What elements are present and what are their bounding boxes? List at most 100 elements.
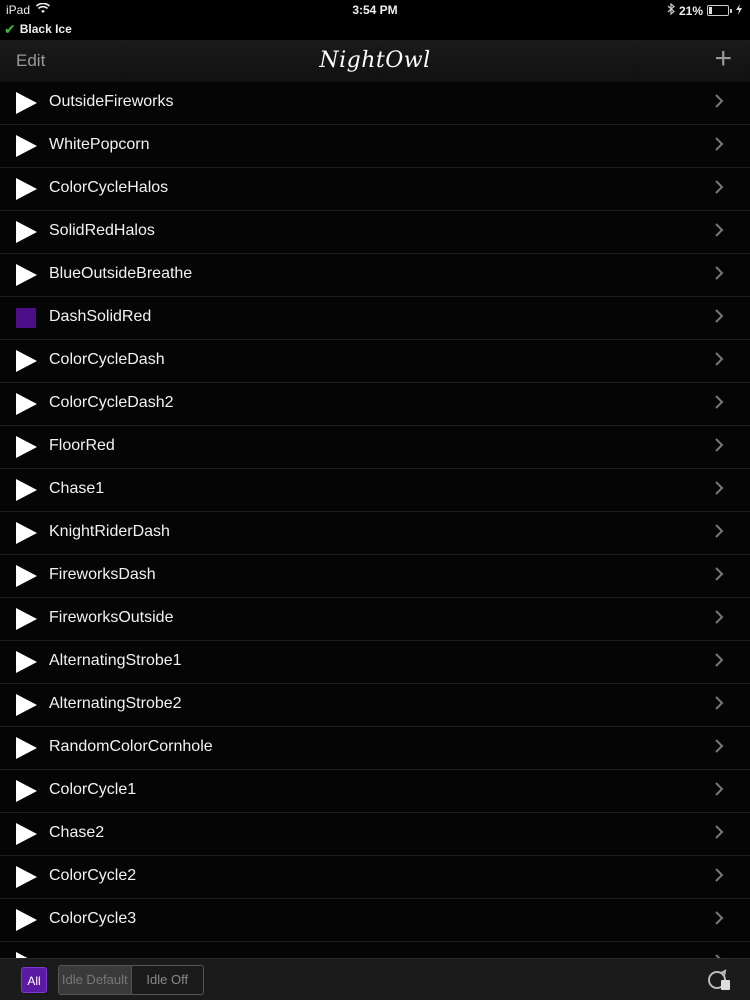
list-item[interactable]: FireworksDash [0, 555, 750, 598]
list-item[interactable]: SolidRedHalos [0, 211, 750, 254]
play-shape [16, 651, 37, 673]
chevron-right-icon[interactable] [714, 394, 724, 412]
list-item[interactable]: ColorCycleHalos [0, 168, 750, 211]
play-icon[interactable] [16, 780, 38, 802]
chevron-right-icon[interactable] [714, 867, 724, 885]
idle-segmented-control: Idle Default Idle Off [58, 965, 204, 995]
chevron-right-icon[interactable] [714, 738, 724, 756]
chevron-right-icon[interactable] [714, 351, 724, 369]
list-item-label: Chase2 [49, 824, 105, 841]
list-item-label: AlternatingStrobe2 [49, 695, 182, 712]
list-item[interactable]: ColorCycle3 [0, 899, 750, 942]
list-item[interactable]: ColorCycleDash [0, 340, 750, 383]
list-item-label: ColorCycleDash2 [49, 394, 174, 411]
chevron-right-icon[interactable] [714, 652, 724, 670]
chevron-right-icon[interactable] [714, 265, 724, 283]
list-item[interactable]: AlternatingStrobe2 [0, 684, 750, 727]
list-item[interactable]: FloorRed [0, 426, 750, 469]
list-item[interactable]: Chase2 [0, 813, 750, 856]
list-item[interactable]: FireworksOutside [0, 598, 750, 641]
chevron-right-icon[interactable] [714, 523, 724, 541]
play-shape [16, 866, 37, 888]
play-icon[interactable] [16, 909, 38, 931]
list-item-label: ColorCycle1 [49, 781, 137, 798]
list-item[interactable]: Chase1 [0, 469, 750, 512]
play-icon[interactable] [16, 866, 38, 888]
all-button[interactable]: All [21, 967, 47, 993]
play-icon[interactable] [16, 264, 38, 286]
list-item[interactable]: DashSolidRed [0, 297, 750, 340]
chevron-right-icon[interactable] [714, 480, 724, 498]
list-item-label: FloorRed [49, 437, 115, 454]
play-icon[interactable] [16, 135, 38, 157]
sync-icon[interactable] [706, 967, 732, 993]
chevron-right-icon[interactable] [714, 824, 724, 842]
chevron-right-icon[interactable] [714, 222, 724, 240]
status-bar: iPad 3:54 PM 21% [0, 0, 750, 20]
play-icon[interactable] [16, 565, 38, 587]
play-shape [16, 178, 37, 200]
connection-status: ✔ Black Ice [4, 22, 72, 36]
play-icon[interactable] [16, 178, 38, 200]
chevron-right-icon[interactable] [714, 695, 724, 713]
chevron-right-icon[interactable] [714, 437, 724, 455]
list-item-label: AlternatingStrobe1 [49, 652, 182, 669]
list-item-label: KnightRiderDash [49, 523, 170, 540]
charging-icon [736, 3, 742, 18]
list-item[interactable]: ColorCycle1 [0, 770, 750, 813]
chevron-right-icon[interactable] [714, 910, 724, 928]
app-screen: iPad 3:54 PM 21% ✔ Black Ice Edit NightO… [0, 0, 750, 1000]
play-shape [16, 221, 37, 243]
list-item[interactable]: RandomColorCornhole [0, 727, 750, 770]
list-item[interactable]: WhitePopcorn [0, 125, 750, 168]
chevron-right-icon[interactable] [714, 136, 724, 154]
play-shape [16, 522, 37, 544]
play-shape [16, 264, 37, 286]
play-icon[interactable] [16, 694, 38, 716]
list-item-label: ColorCycle3 [49, 910, 137, 927]
chevron-right-icon[interactable] [714, 93, 724, 111]
stop-icon[interactable] [16, 307, 38, 329]
list-item[interactable]: ColorCycleDash2 [0, 383, 750, 426]
play-shape [16, 436, 37, 458]
idle-default-button[interactable]: Idle Default [59, 966, 131, 994]
play-icon[interactable] [16, 737, 38, 759]
status-bar-right: 21% [667, 2, 742, 18]
play-icon[interactable] [16, 221, 38, 243]
play-shape [16, 737, 37, 759]
play-icon[interactable] [16, 608, 38, 630]
play-shape [16, 135, 37, 157]
battery-fill [709, 7, 712, 14]
play-icon[interactable] [16, 823, 38, 845]
list-item-label: FireworksOutside [49, 609, 174, 626]
play-shape [16, 565, 37, 587]
play-icon[interactable] [16, 522, 38, 544]
bluetooth-icon [667, 2, 675, 18]
play-icon[interactable] [16, 393, 38, 415]
idle-off-button[interactable]: Idle Off [130, 966, 204, 994]
list-item[interactable]: AlternatingStrobe1 [0, 641, 750, 684]
play-icon[interactable] [16, 651, 38, 673]
app-title: NightOwl [319, 48, 431, 73]
list-item-label: SolidRedHalos [49, 222, 155, 239]
play-icon[interactable] [16, 436, 38, 458]
play-icon[interactable] [16, 92, 38, 114]
list-item[interactable]: KnightRiderDash [0, 512, 750, 555]
chevron-right-icon[interactable] [714, 179, 724, 197]
check-icon: ✔ [4, 21, 16, 37]
list-item[interactable] [0, 942, 750, 958]
add-button[interactable]: + [714, 44, 732, 74]
play-icon[interactable] [16, 350, 38, 372]
chevron-right-icon[interactable] [714, 609, 724, 627]
list-item-label: ColorCycle2 [49, 867, 137, 884]
chevron-right-icon[interactable] [714, 566, 724, 584]
list-item[interactable]: ColorCycle2 [0, 856, 750, 899]
connection-bar: ✔ Black Ice [0, 20, 750, 40]
play-shape [16, 479, 37, 501]
play-shape [16, 350, 37, 372]
play-icon[interactable] [16, 479, 38, 501]
chevron-right-icon[interactable] [714, 781, 724, 799]
chevron-right-icon[interactable] [714, 308, 724, 326]
list-item[interactable]: OutsideFireworks [0, 82, 750, 125]
list-item[interactable]: BlueOutsideBreathe [0, 254, 750, 297]
